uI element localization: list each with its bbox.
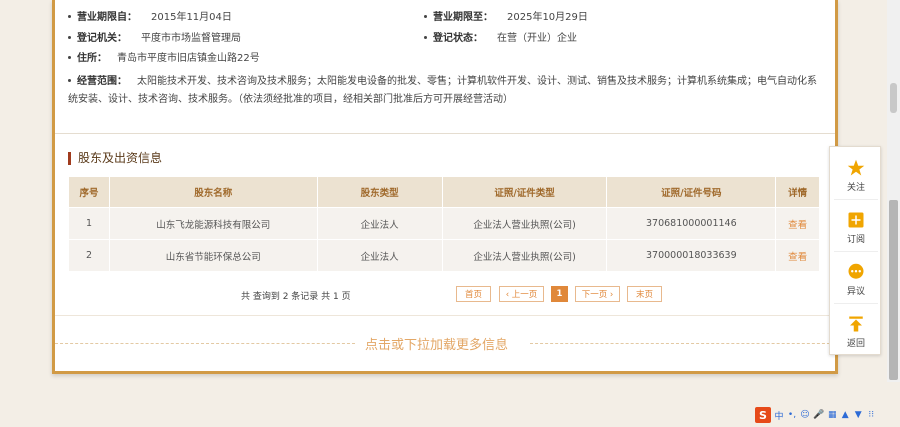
cell-license-type: 企业法人营业执照(公司): [441, 207, 608, 240]
back-top-icon: [849, 316, 863, 332]
info-period-to: 营业期限至： 2025年10月29日: [424, 11, 588, 25]
info-period-from: 营业期限自： 2015年11月04日: [68, 11, 232, 25]
punctuation-icon[interactable]: •,: [787, 410, 797, 420]
sidebar-subscribe-button[interactable]: 订阅: [830, 199, 882, 251]
sogou-ime-icon[interactable]: S: [755, 407, 771, 423]
shirt-icon[interactable]: ▼: [853, 410, 863, 420]
view-detail-link[interactable]: 查看: [775, 239, 820, 272]
cell-license-type: 企业法人营业执照(公司): [441, 239, 608, 272]
sidebar-objection-button[interactable]: 异议: [830, 251, 882, 303]
cell-license-number: 370681000001146: [606, 207, 777, 240]
section-divider: [55, 133, 835, 134]
view-detail-link[interactable]: 查看: [775, 207, 820, 240]
sidebar-back-top-button[interactable]: 返回: [830, 303, 882, 355]
pager-summary: 共 查询到 2 条记录 共 1 页: [241, 292, 351, 302]
pager-divider: [55, 315, 835, 316]
objection-icon: [848, 263, 864, 279]
load-more-left-line: [55, 343, 355, 344]
pager-last-button[interactable]: 末页: [627, 286, 662, 302]
scrollbar-thumb[interactable]: [889, 200, 898, 380]
cell-name: 山东省节能环保总公司: [108, 239, 318, 272]
grid-menu-icon[interactable]: ⁝⁝: [866, 410, 876, 420]
load-more-area[interactable]: 点击或下拉加载更多信息: [55, 334, 835, 353]
emoji-icon[interactable]: ☺: [800, 410, 810, 420]
bullet-dot: [68, 35, 71, 39]
load-more-right-line: [530, 343, 835, 344]
microphone-icon[interactable]: 🎤: [813, 410, 824, 420]
cell-index: 2: [68, 239, 110, 272]
cell-license-number: 370000018033639: [606, 239, 777, 272]
bullet-dot: [68, 55, 71, 59]
info-registration-status: 登记状态： 在营（开业）企业: [424, 32, 577, 46]
section-title-shareholders: 股东及出资信息: [68, 152, 162, 165]
cell-name: 山东飞龙能源科技有限公司: [108, 207, 318, 240]
scrollbar-thumb-small[interactable]: [890, 83, 897, 113]
col-header-index: 序号: [68, 176, 110, 208]
table-row: 2 山东省节能环保总公司 企业法人 企业法人营业执照(公司) 370000018…: [68, 239, 820, 272]
pager-page-1-button[interactable]: 1: [551, 286, 568, 302]
shareholder-table: 序号 股东名称 股东类型 证照/证件类型 证照/证件号码 详情 1 山东飞龙能源…: [68, 176, 820, 272]
bullet-dot: [424, 35, 427, 39]
info-registration-authority: 登记机关： 平度市市场监督管理局: [68, 32, 241, 46]
col-header-name: 股东名称: [108, 176, 318, 208]
pager-first-button[interactable]: 首页: [456, 286, 491, 302]
col-header-detail: 详情: [775, 176, 820, 208]
ime-mode-indicator[interactable]: 中: [774, 409, 784, 422]
subscribe-icon: [848, 212, 864, 228]
sidebar-follow-button[interactable]: 关注: [830, 147, 882, 199]
cell-type: 企业法人: [316, 239, 443, 272]
pager-next-button[interactable]: 下一页 ›: [575, 286, 620, 302]
col-header-license-number: 证照/证件号码: [606, 176, 777, 208]
keyboard-icon[interactable]: ▦: [827, 410, 837, 420]
load-more-text[interactable]: 点击或下拉加载更多信息: [365, 334, 508, 353]
floating-sidebar: 关注 订阅 异议 返回: [829, 146, 881, 355]
info-address: 住所： 青岛市平度市旧店镇金山路22号: [68, 52, 260, 66]
cell-index: 1: [68, 207, 110, 240]
bullet-dot: [68, 14, 71, 18]
bullet-dot: [424, 14, 427, 18]
col-header-license-type: 证照/证件类型: [441, 176, 608, 208]
pager-prev-button[interactable]: ‹ 上一页: [499, 286, 544, 302]
table-row: 1 山东飞龙能源科技有限公司 企业法人 企业法人营业执照(公司) 3706810…: [68, 207, 820, 240]
col-header-type: 股东类型: [316, 176, 443, 208]
ime-toolbar: S 中 •, ☺ 🎤 ▦ ▲ ▼ ⁝⁝: [755, 407, 876, 423]
bullet-dot: [68, 78, 71, 82]
cell-type: 企业法人: [316, 207, 443, 240]
user-icon[interactable]: ▲: [840, 410, 850, 420]
star-icon: [847, 159, 865, 176]
info-business-scope: 经营范围： 太阳能技术开发、技术咨询及技术服务；太阳能发电设备的批发、零售；计算机…: [68, 76, 817, 105]
table-header-row: 序号 股东名称 股东类型 证照/证件类型 证照/证件号码 详情: [68, 176, 820, 208]
